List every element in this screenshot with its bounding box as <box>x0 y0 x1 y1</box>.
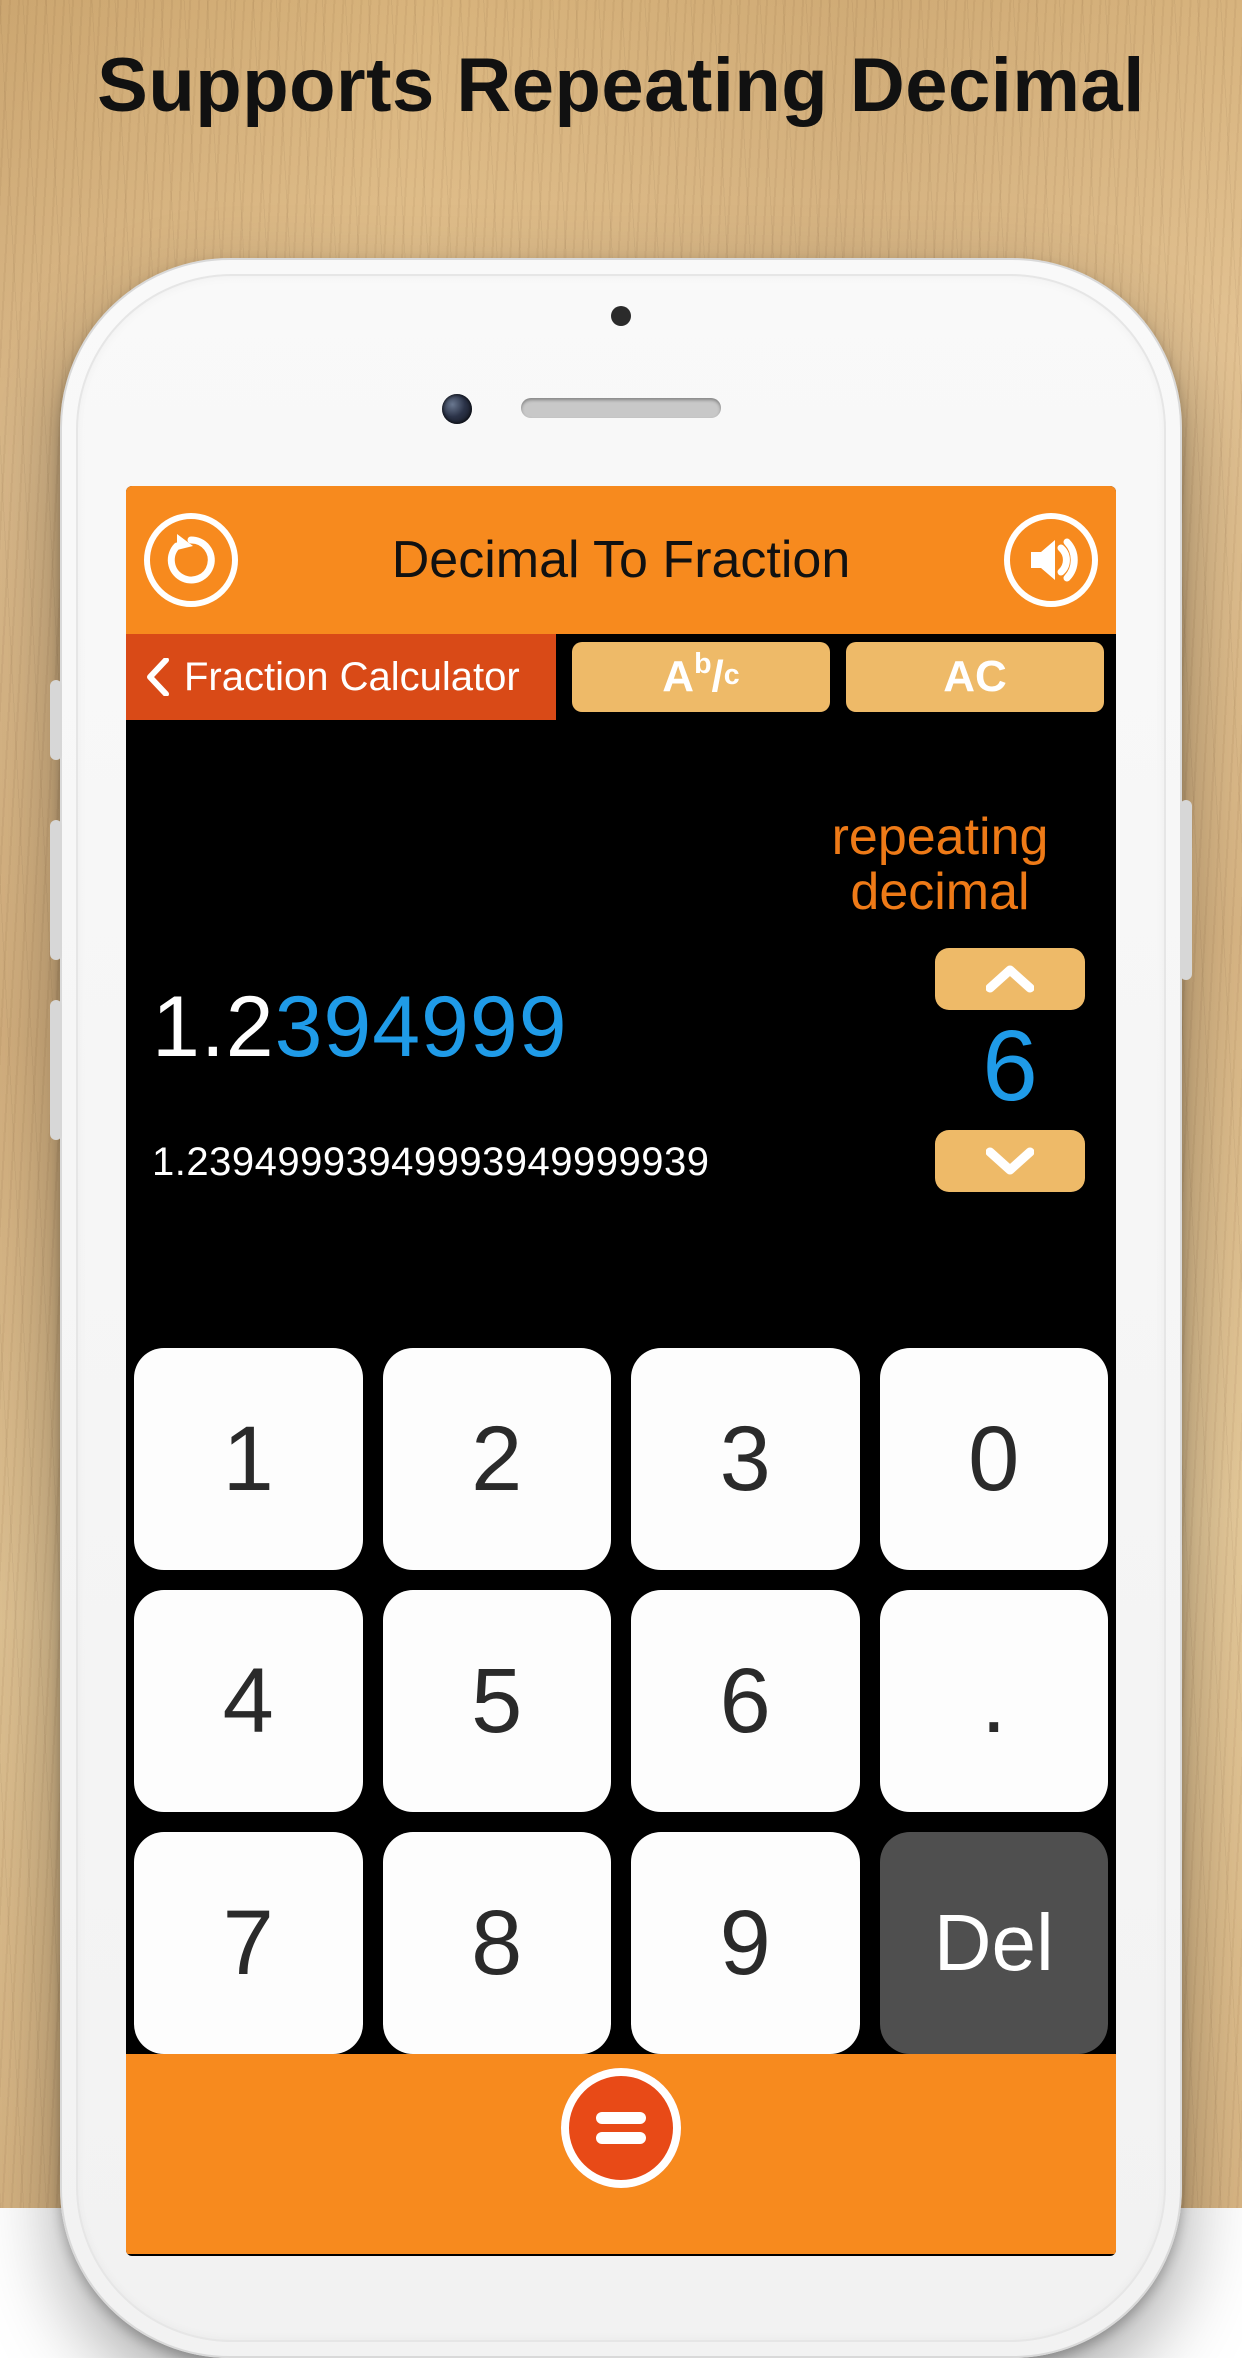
input-number: 1.2394999 <box>152 978 568 1077</box>
all-clear-button[interactable]: AC <box>846 642 1104 712</box>
input-highlight: 394999 <box>275 979 568 1075</box>
back-button-label: Fraction Calculator <box>184 655 520 700</box>
phone-volume-up <box>50 820 62 960</box>
repeat-count-value: 6 <box>982 1014 1038 1126</box>
phone-power-button <box>1180 800 1192 980</box>
display-area: repeating decimal 1.2394999 1.2394999394… <box>126 720 1116 1340</box>
key-decimal[interactable]: . <box>880 1590 1109 1812</box>
promo-headline: Supports Repeating Decimal <box>0 42 1242 129</box>
phone-earpiece-speaker <box>521 398 721 418</box>
chevron-up-icon <box>986 964 1034 994</box>
toolbar-row: Fraction Calculator Ab/c AC <box>126 634 1116 720</box>
bottom-bar <box>126 2054 1116 2254</box>
chevron-left-icon <box>146 658 170 696</box>
back-button[interactable]: Fraction Calculator <box>126 634 556 720</box>
key-7[interactable]: 7 <box>134 1832 363 2054</box>
mixed-fraction-a: A <box>662 652 694 702</box>
phone-volume-down <box>50 1000 62 1140</box>
key-delete[interactable]: Del <box>880 1832 1109 2054</box>
key-0[interactable]: 0 <box>880 1348 1109 1570</box>
key-2[interactable]: 2 <box>383 1348 612 1570</box>
key-4[interactable]: 4 <box>134 1590 363 1812</box>
mixed-fraction-b: b <box>694 648 711 681</box>
key-1[interactable]: 1 <box>134 1348 363 1570</box>
equals-button[interactable] <box>561 2068 681 2188</box>
refresh-button[interactable] <box>144 513 238 607</box>
keypad: 1 2 3 0 4 5 6 . 7 8 9 Del <box>126 1340 1116 2054</box>
phone-proximity-sensor <box>611 306 631 326</box>
expanded-number: 1.23949993949993949999939 <box>152 1140 710 1185</box>
mixed-fraction-button[interactable]: Ab/c <box>572 642 830 712</box>
key-9[interactable]: 9 <box>631 1832 860 2054</box>
all-clear-label: AC <box>943 652 1007 702</box>
repeating-decimal-label: repeating decimal <box>790 810 1090 919</box>
sound-button[interactable] <box>1004 513 1098 607</box>
equals-icon <box>596 2112 646 2144</box>
app-title: Decimal To Fraction <box>392 530 851 590</box>
repeat-count-down-button[interactable] <box>935 1130 1085 1192</box>
repeat-count-up-button[interactable] <box>935 948 1085 1010</box>
phone-screen: Decimal To Fraction Fraction Calculator … <box>126 486 1116 2256</box>
speaker-icon <box>1021 530 1081 590</box>
app-header: Decimal To Fraction <box>126 486 1116 634</box>
phone-device-frame: Decimal To Fraction Fraction Calculator … <box>60 258 1182 2358</box>
refresh-icon <box>161 530 221 590</box>
chevron-down-icon <box>986 1146 1034 1176</box>
key-5[interactable]: 5 <box>383 1590 612 1812</box>
phone-front-camera <box>442 394 472 424</box>
key-3[interactable]: 3 <box>631 1348 860 1570</box>
key-6[interactable]: 6 <box>631 1590 860 1812</box>
phone-mute-switch <box>50 680 62 760</box>
input-prefix: 1.2 <box>152 979 275 1075</box>
mixed-fraction-c: c <box>724 659 740 692</box>
key-8[interactable]: 8 <box>383 1832 612 2054</box>
repeat-count-spinner: 6 <box>930 948 1090 1192</box>
